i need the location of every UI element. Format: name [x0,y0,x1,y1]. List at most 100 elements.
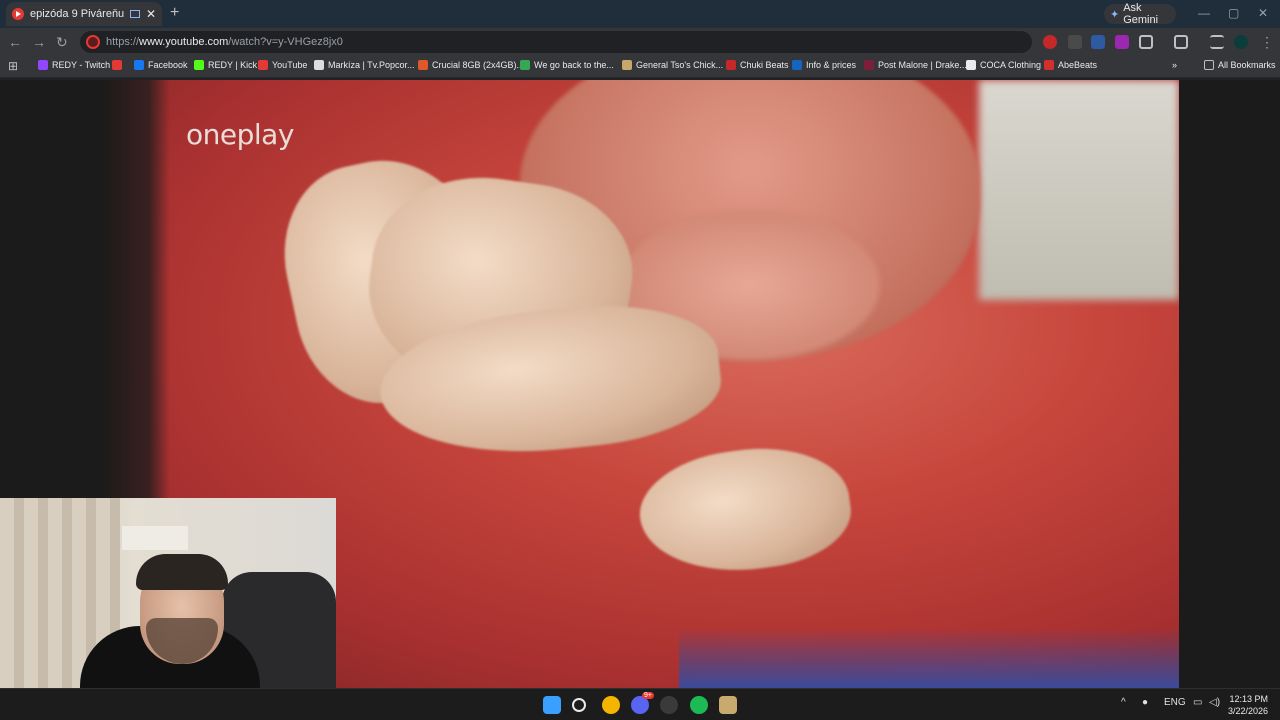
shelf [122,526,188,550]
chicken-piece [632,435,858,585]
ask-gemini-label: Ask Gemini [1123,2,1159,26]
chrome-icon[interactable] [602,696,620,714]
bookmark-label: Markíza | Tv.Popcor... [328,60,415,70]
all-bookmarks-label: All Bookmarks [1218,60,1276,70]
bookmark-item[interactable]: We go back to the... [520,60,614,70]
volume-icon[interactable]: ◁) [1209,697,1220,708]
discord-badge: 9+ [642,692,654,699]
cast-icon [129,10,140,18]
microphone-icon[interactable]: ● [1142,697,1148,708]
bookmark-favicon-icon [112,60,122,70]
minimize-button[interactable]: — [1198,6,1210,20]
browser-toolbar: ← → ↻ https://www.youtube.com/watch?v=y-… [0,28,1280,56]
bookmark-item[interactable] [112,60,126,70]
bookmark-favicon-icon [966,60,976,70]
extension-icon[interactable] [1043,35,1057,49]
bookmark-label: REDY - Twitch [52,60,111,70]
forward-button[interactable]: → [32,34,46,50]
back-button[interactable]: ← [8,34,22,50]
site-info-icon[interactable] [86,35,100,49]
bookmark-favicon-icon [418,60,428,70]
bookmark-label: Facebook [148,60,188,70]
league-icon[interactable] [719,696,737,714]
address-bar[interactable]: https://www.youtube.com/watch?v=y-VHGez8… [80,31,1032,53]
bookmark-label: AbeBeats [1058,60,1098,70]
bookmarks-bar: ⊞ REDY - Twitch Facebook REDY | Kick YouTub… [0,56,1280,78]
bookmark-label: YouTube [272,60,308,70]
bookmark-label: COCA Clothing [980,60,1042,70]
bookmark-item[interactable]: Crucial 8GB (2x4GB)... [418,60,524,70]
start-icon[interactable] [543,696,561,714]
streamer-hair [136,554,228,590]
bookmark-item[interactable]: Post Malone | Drake... [864,60,967,70]
search-icon[interactable] [572,698,586,712]
apps-grid-icon[interactable]: ⊞ [8,59,18,73]
new-tab-button[interactable]: + [170,4,179,22]
reload-button[interactable]: ↻ [56,34,68,51]
all-bookmarks-button[interactable]: All Bookmarks [1204,60,1276,70]
url-path: /watch?v=y-VHGez8jx0 [228,36,343,48]
bookmark-item[interactable]: REDY | Kick [194,60,257,70]
folder-icon [1204,60,1214,70]
bookmark-label: REDY | Kick [208,60,258,70]
ask-gemini-button[interactable]: ✦ Ask Gemini [1104,2,1176,26]
language-indicator[interactable]: ENG [1164,697,1186,708]
windows-taskbar: ^ ● ENG ▭ ◁) 12:13 PM 3/22/2026 9+ [0,688,1280,720]
bookmark-item[interactable]: Info & prices [792,60,856,70]
bookmark-item[interactable]: General Tso's Chick... [622,60,723,70]
oneplay-watermark: oneplay [186,118,294,151]
extension-icon[interactable] [1091,35,1105,49]
browser-tab-active[interactable]: epizóda 9 Piváreňu u Kultú ✕ [6,2,162,26]
close-window-button[interactable]: ✕ [1258,6,1268,20]
webcam-overlay [0,498,336,720]
side-panel-icon[interactable] [1174,35,1188,49]
bookmark-label: Chuki Beats [740,60,789,70]
bookmark-favicon-icon [314,60,324,70]
bookmark-favicon-icon [792,60,802,70]
bookmark-label: Post Malone | Drake... [878,60,967,70]
bookmark-favicon-icon [194,60,204,70]
obs-icon[interactable] [660,696,678,714]
background-wall [979,80,1179,300]
bookmark-favicon-icon [864,60,874,70]
bookmark-favicon-icon [1044,60,1054,70]
youtube-icon [12,8,24,20]
extensions-puzzle-icon[interactable] [1139,35,1153,49]
bookmarks-overflow-button[interactable]: » [1172,60,1177,70]
bookmark-item[interactable]: AbeBeats [1044,60,1097,70]
url-prefix: https:// [106,36,140,48]
reading-list-icon[interactable] [1210,35,1224,49]
url-host: www.youtube.com [139,36,229,48]
bookmark-label: Info & prices [806,60,857,70]
tab-title: epizóda 9 Piváreňu u Kultú [30,8,124,20]
bookmark-item[interactable]: YouTube [258,60,307,70]
bookmark-favicon-icon [726,60,736,70]
tray-chevron-icon[interactable]: ^ [1121,697,1126,708]
extension-icon[interactable] [1068,35,1082,49]
bookmark-favicon-icon [520,60,530,70]
menu-icon[interactable]: ⋮ [1260,34,1274,51]
bookmark-favicon-icon [134,60,144,70]
tab-close-button[interactable]: ✕ [146,7,156,21]
bookmark-item[interactable]: Chuki Beats [726,60,789,70]
bookmark-item[interactable]: COCA Clothing [966,60,1041,70]
board-edge [679,628,1179,688]
bookmark-favicon-icon [622,60,632,70]
gemini-icon: ✦ [1110,8,1120,21]
maximize-button[interactable]: ▢ [1228,6,1239,20]
clock-time: 12:13 PM [1229,694,1268,704]
bookmark-item[interactable]: REDY - Twitch [38,60,110,70]
clock[interactable]: 12:13 PM 3/22/2026 [1228,693,1268,717]
extension-icon[interactable] [1115,35,1129,49]
profile-avatar[interactable] [1234,35,1248,49]
bookmark-label: We go back to the... [534,60,614,70]
bookmark-label: Crucial 8GB (2x4GB)... [432,60,525,70]
bookmark-label: General Tso's Chick... [636,60,724,70]
tab-strip: epizóda 9 Piváreňu u Kultú ✕ + ✦ Ask Gem… [0,0,1280,28]
clock-date: 3/22/2026 [1227,706,1268,716]
bookmark-item[interactable]: Facebook [134,60,188,70]
network-icon[interactable]: ▭ [1193,697,1202,708]
bookmark-favicon-icon [38,60,48,70]
bookmark-item[interactable]: Markíza | Tv.Popcor... [314,60,415,70]
spotify-icon[interactable] [690,696,708,714]
